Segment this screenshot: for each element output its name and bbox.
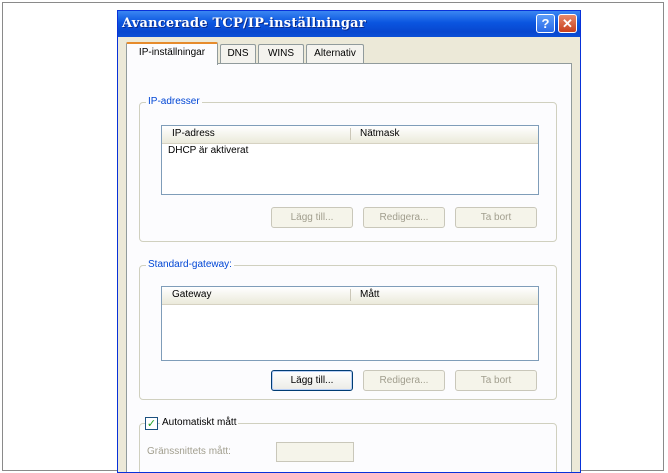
list-item[interactable]: DHCP är aktiverat (168, 145, 248, 156)
tab-panel-ip-settings: IP-adresser IP-adress Nätmask DHCP är ak… (126, 63, 572, 472)
automatic-metric-label[interactable]: Automatiskt mått (160, 417, 239, 428)
add-gateway-button[interactable]: Lägg till... (271, 370, 353, 391)
column-header-ip-address[interactable]: IP-adress (172, 128, 215, 139)
close-icon: ✕ (562, 16, 573, 31)
column-divider[interactable] (350, 289, 351, 301)
add-ip-button[interactable]: Lägg till... (271, 207, 353, 228)
title-bar[interactable]: Avancerade TCP/IP-inställningar ? ✕ (118, 11, 580, 37)
tab-ip-settings[interactable]: IP-inställningar (126, 42, 218, 65)
advanced-tcpip-dialog: Avancerade TCP/IP-inställningar ? ✕ IP-i… (117, 10, 581, 473)
column-header-gateway[interactable]: Gateway (172, 289, 211, 300)
help-button[interactable]: ? (536, 14, 555, 33)
ip-address-list[interactable]: IP-adress Nätmask DHCP är aktiverat (161, 125, 539, 195)
question-mark-icon: ? (541, 16, 550, 31)
remove-ip-button[interactable]: Ta bort (455, 207, 537, 228)
interface-metric-label: Gränssnittets mått: (147, 446, 231, 457)
group-label-ip-addresses: IP-adresser (146, 96, 202, 107)
ip-addresses-group: IP-adresser IP-adress Nätmask DHCP är ak… (139, 96, 557, 242)
edit-ip-button[interactable]: Redigera... (363, 207, 445, 228)
column-header-metric[interactable]: Mått (360, 289, 379, 300)
gateway-list-header: Gateway Mått (162, 287, 538, 305)
window-title: Avancerade TCP/IP-inställningar (122, 16, 366, 31)
checkmark-icon: ✓ (146, 417, 157, 430)
edit-gateway-button[interactable]: Redigera... (363, 370, 445, 391)
column-header-netmask[interactable]: Nätmask (360, 128, 399, 139)
group-label-default-gateway: Standard-gateway: (146, 259, 234, 270)
column-divider[interactable] (350, 128, 351, 140)
close-button[interactable]: ✕ (558, 14, 577, 33)
automatic-metric-checkbox[interactable]: ✓ (145, 417, 158, 430)
default-gateway-group: Standard-gateway: Gateway Mått Lägg till… (139, 259, 557, 400)
remove-gateway-button[interactable]: Ta bort (455, 370, 537, 391)
interface-metric-input[interactable] (276, 442, 354, 462)
tab-wins[interactable]: WINS (258, 44, 304, 63)
tab-dns[interactable]: DNS (220, 44, 256, 63)
tab-alternativ[interactable]: Alternativ (306, 44, 364, 63)
gateway-list[interactable]: Gateway Mått (161, 286, 539, 361)
ip-list-header: IP-adress Nätmask (162, 126, 538, 144)
